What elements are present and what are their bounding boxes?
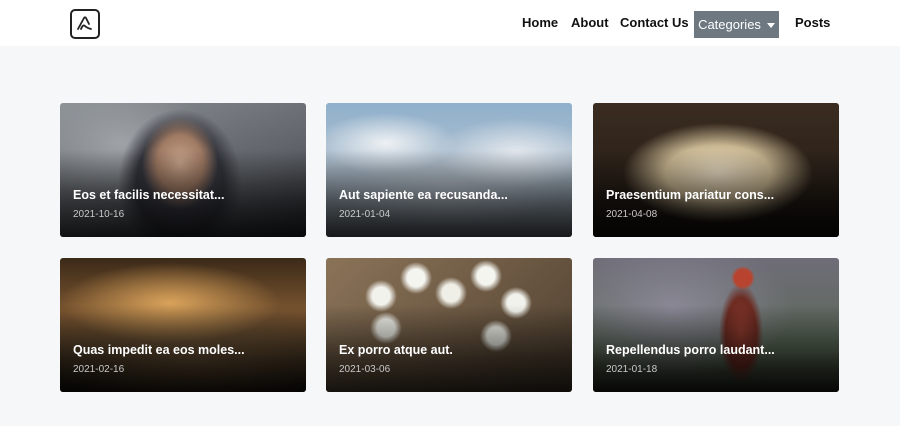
- nav-home-link[interactable]: Home: [522, 15, 558, 30]
- post-card[interactable]: Eos et facilis necessitat... 2021-10-16: [60, 103, 306, 237]
- post-title: Ex porro atque aut.: [339, 343, 453, 357]
- post-date: 2021-03-06: [339, 364, 391, 375]
- categories-dropdown-button[interactable]: Categories: [694, 11, 779, 38]
- post-date: 2021-01-18: [606, 364, 658, 375]
- post-date: 2021-02-16: [73, 364, 125, 375]
- post-title: Eos et facilis necessitat...: [73, 188, 225, 202]
- logo-icon[interactable]: [70, 9, 100, 39]
- post-card[interactable]: Praesentium pariatur cons... 2021-04-08: [593, 103, 839, 237]
- categories-label: Categories: [698, 17, 761, 32]
- navbar: Home About Contact Us Categories Posts: [0, 0, 900, 46]
- nav-about-link[interactable]: About: [571, 15, 609, 30]
- post-card[interactable]: Quas impedit ea eos moles... 2021-02-16: [60, 258, 306, 392]
- post-card[interactable]: Ex porro atque aut. 2021-03-06: [326, 258, 572, 392]
- nav-contact-link[interactable]: Contact Us: [620, 15, 689, 30]
- post-date: 2021-01-04: [339, 209, 391, 220]
- caret-down-icon: [766, 22, 775, 28]
- nav-posts-link[interactable]: Posts: [795, 15, 830, 30]
- post-date: 2021-10-16: [73, 209, 125, 220]
- post-title: Praesentium pariatur cons...: [606, 188, 775, 202]
- post-title: Aut sapiente ea recusanda...: [339, 188, 508, 202]
- post-card[interactable]: Repellendus porro laudant... 2021-01-18: [593, 258, 839, 392]
- post-card[interactable]: Aut sapiente ea recusanda... 2021-01-04: [326, 103, 572, 237]
- post-title: Repellendus porro laudant...: [606, 343, 775, 357]
- post-date: 2021-04-08: [606, 209, 658, 220]
- post-title: Quas impedit ea eos moles...: [73, 343, 245, 357]
